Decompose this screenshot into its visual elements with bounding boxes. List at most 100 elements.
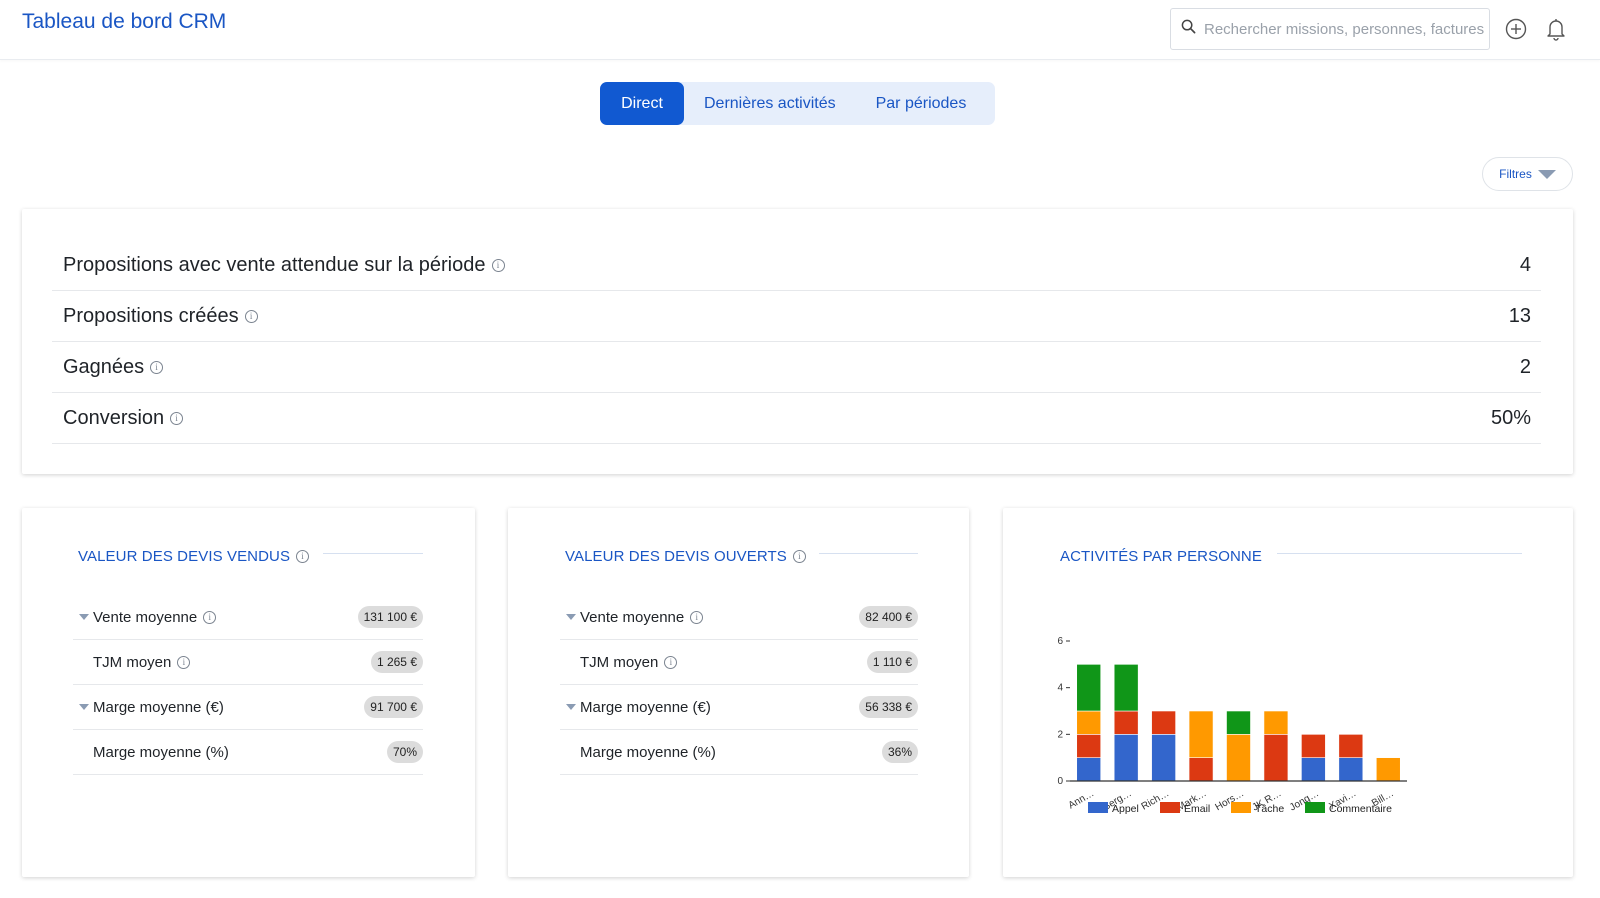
metric-label: Vente moyenne <box>580 608 685 626</box>
bar-segment[interactable] <box>1263 710 1289 735</box>
bar-segment[interactable] <box>1301 734 1326 758</box>
kpi-row: Conversion i 50% <box>52 393 1541 444</box>
metric-row: TJM moyen i 1 110 € <box>560 640 918 685</box>
tab-direct[interactable]: Direct <box>600 82 684 125</box>
search-box[interactable] <box>1170 8 1490 50</box>
legend-swatch <box>1160 802 1180 813</box>
info-icon[interactable]: i <box>244 309 258 323</box>
info-icon[interactable]: i <box>203 610 217 624</box>
expand-triangle-icon[interactable] <box>79 614 89 620</box>
info-icon[interactable]: i <box>296 550 310 563</box>
bar-segment[interactable] <box>1301 757 1326 782</box>
kpi-row: Propositions créées i 13 <box>52 291 1541 342</box>
divider <box>819 553 918 554</box>
expand-triangle-icon[interactable] <box>79 704 89 710</box>
kpi-label: Conversion <box>63 406 165 429</box>
metric-label: TJM moyen <box>93 653 172 671</box>
kpi-value: 4 <box>1519 253 1531 276</box>
kpi-value: 13 <box>1508 304 1531 327</box>
tab-dernieres-activites[interactable]: Dernières activités <box>684 82 856 125</box>
expand-triangle-icon[interactable] <box>566 704 576 710</box>
bar-segment[interactable] <box>1076 734 1102 758</box>
metric-value: 36% <box>881 741 918 763</box>
filters-button[interactable]: Filtres <box>1482 157 1573 191</box>
bar-segment[interactable] <box>1113 734 1139 782</box>
legend-swatch <box>1231 802 1251 813</box>
metric-row: Marge moyenne (€) 56 338 € <box>560 685 918 730</box>
bar-segment[interactable] <box>1076 664 1102 712</box>
bar-segment[interactable] <box>1226 734 1251 782</box>
info-icon[interactable]: i <box>170 411 184 425</box>
info-icon[interactable]: i <box>491 258 505 272</box>
activities-chart: 0246Ann… Serg… Rich… Mark… Hors… JK R… Jong… Xa… <box>1057 636 1407 815</box>
top-header: Tableau de bord CRM <box>0 0 1600 60</box>
legend-swatch <box>1305 802 1325 813</box>
y-tick-label: 2 <box>1057 729 1063 740</box>
legend-label: Commentaire <box>1329 803 1392 815</box>
search-input[interactable] <box>1204 20 1484 38</box>
kpi-row: Propositions avec vente attendue sur la … <box>52 240 1541 291</box>
legend-label: Email <box>1184 803 1210 815</box>
bar-segment[interactable] <box>1188 710 1214 758</box>
bar-segment[interactable] <box>1151 710 1176 735</box>
kpi-label: Propositions avec vente attendue sur la … <box>63 253 486 276</box>
kpi-label: Gagnées <box>63 355 145 378</box>
bar-segment[interactable] <box>1338 757 1364 782</box>
kpi-label: Propositions créées <box>63 304 239 327</box>
filters-label: Filtres <box>1499 167 1532 181</box>
card-title-text: VALEUR DES DEVIS OUVERTS <box>565 548 787 565</box>
metric-value: 91 700 € <box>364 696 423 718</box>
bar-segment[interactable] <box>1076 710 1102 735</box>
metric-row: Vente moyenne i 82 400 € <box>560 595 918 640</box>
activities-title: ACTIVITÉS PAR PERSONNE <box>1060 548 1262 565</box>
bell-icon[interactable] <box>1544 17 1568 41</box>
bar-segment[interactable] <box>1151 734 1176 782</box>
card-title-text: ACTIVITÉS PAR PERSONNE <box>1060 548 1262 565</box>
chevron-down-icon <box>1537 169 1556 179</box>
metric-value: 1 110 € <box>866 651 918 673</box>
view-tabs: Direct Dernières activités Par périodes <box>600 82 995 125</box>
info-icon[interactable]: i <box>177 655 191 669</box>
bar-segment[interactable] <box>1113 710 1139 735</box>
metric-row: Marge moyenne (%) 36% <box>560 730 918 775</box>
expand-triangle-icon[interactable] <box>566 614 576 620</box>
info-icon[interactable]: i <box>664 655 678 669</box>
metric-label: Marge moyenne (%) <box>580 743 716 761</box>
bar-segment[interactable] <box>1263 734 1289 782</box>
divider <box>323 553 423 554</box>
metric-value: 70% <box>386 741 423 763</box>
kpi-row: Gagnées i 2 <box>52 342 1541 393</box>
metric-label: TJM moyen <box>580 653 659 671</box>
bar-segment[interactable] <box>1338 734 1364 758</box>
y-tick-label: 4 <box>1057 683 1063 694</box>
sold-quotes-title: VALEUR DES DEVIS VENDUS i <box>78 548 310 565</box>
bar-segment[interactable] <box>1113 664 1139 712</box>
kpi-card: Propositions avec vente attendue sur la … <box>22 209 1573 474</box>
metric-row: Vente moyenne i 131 100 € <box>73 595 423 640</box>
metric-value: 1 265 € <box>370 651 423 673</box>
tab-par-periodes[interactable]: Par périodes <box>856 82 987 125</box>
info-icon[interactable]: i <box>690 610 704 624</box>
metric-label: Vente moyenne <box>93 608 198 626</box>
bar-segment[interactable] <box>1188 757 1214 782</box>
bar-segment[interactable] <box>1375 757 1401 782</box>
bar-segment[interactable] <box>1076 757 1102 782</box>
legend-label: Tâche <box>1255 803 1284 815</box>
metric-row: Marge moyenne (%) 70% <box>73 730 423 775</box>
info-icon[interactable]: i <box>792 550 806 563</box>
metric-label: Marge moyenne (%) <box>93 743 229 761</box>
bar-segment[interactable] <box>1226 710 1251 735</box>
info-icon[interactable]: i <box>150 360 164 374</box>
legend-swatch <box>1088 802 1108 813</box>
legend-label: Appel <box>1112 803 1139 815</box>
metric-row: TJM moyen i 1 265 € <box>73 640 423 685</box>
metric-value: 56 338 € <box>859 696 918 718</box>
search-icon <box>1181 19 1196 39</box>
y-tick-label: 0 <box>1057 776 1063 787</box>
app-title: Tableau de bord CRM <box>22 10 227 33</box>
kpi-value: 50% <box>1490 406 1531 429</box>
card-title-text: VALEUR DES DEVIS VENDUS <box>78 548 291 565</box>
metric-label: Marge moyenne (€) <box>93 698 224 716</box>
kpi-value: 2 <box>1519 355 1531 378</box>
add-circle-icon[interactable] <box>1504 17 1528 41</box>
